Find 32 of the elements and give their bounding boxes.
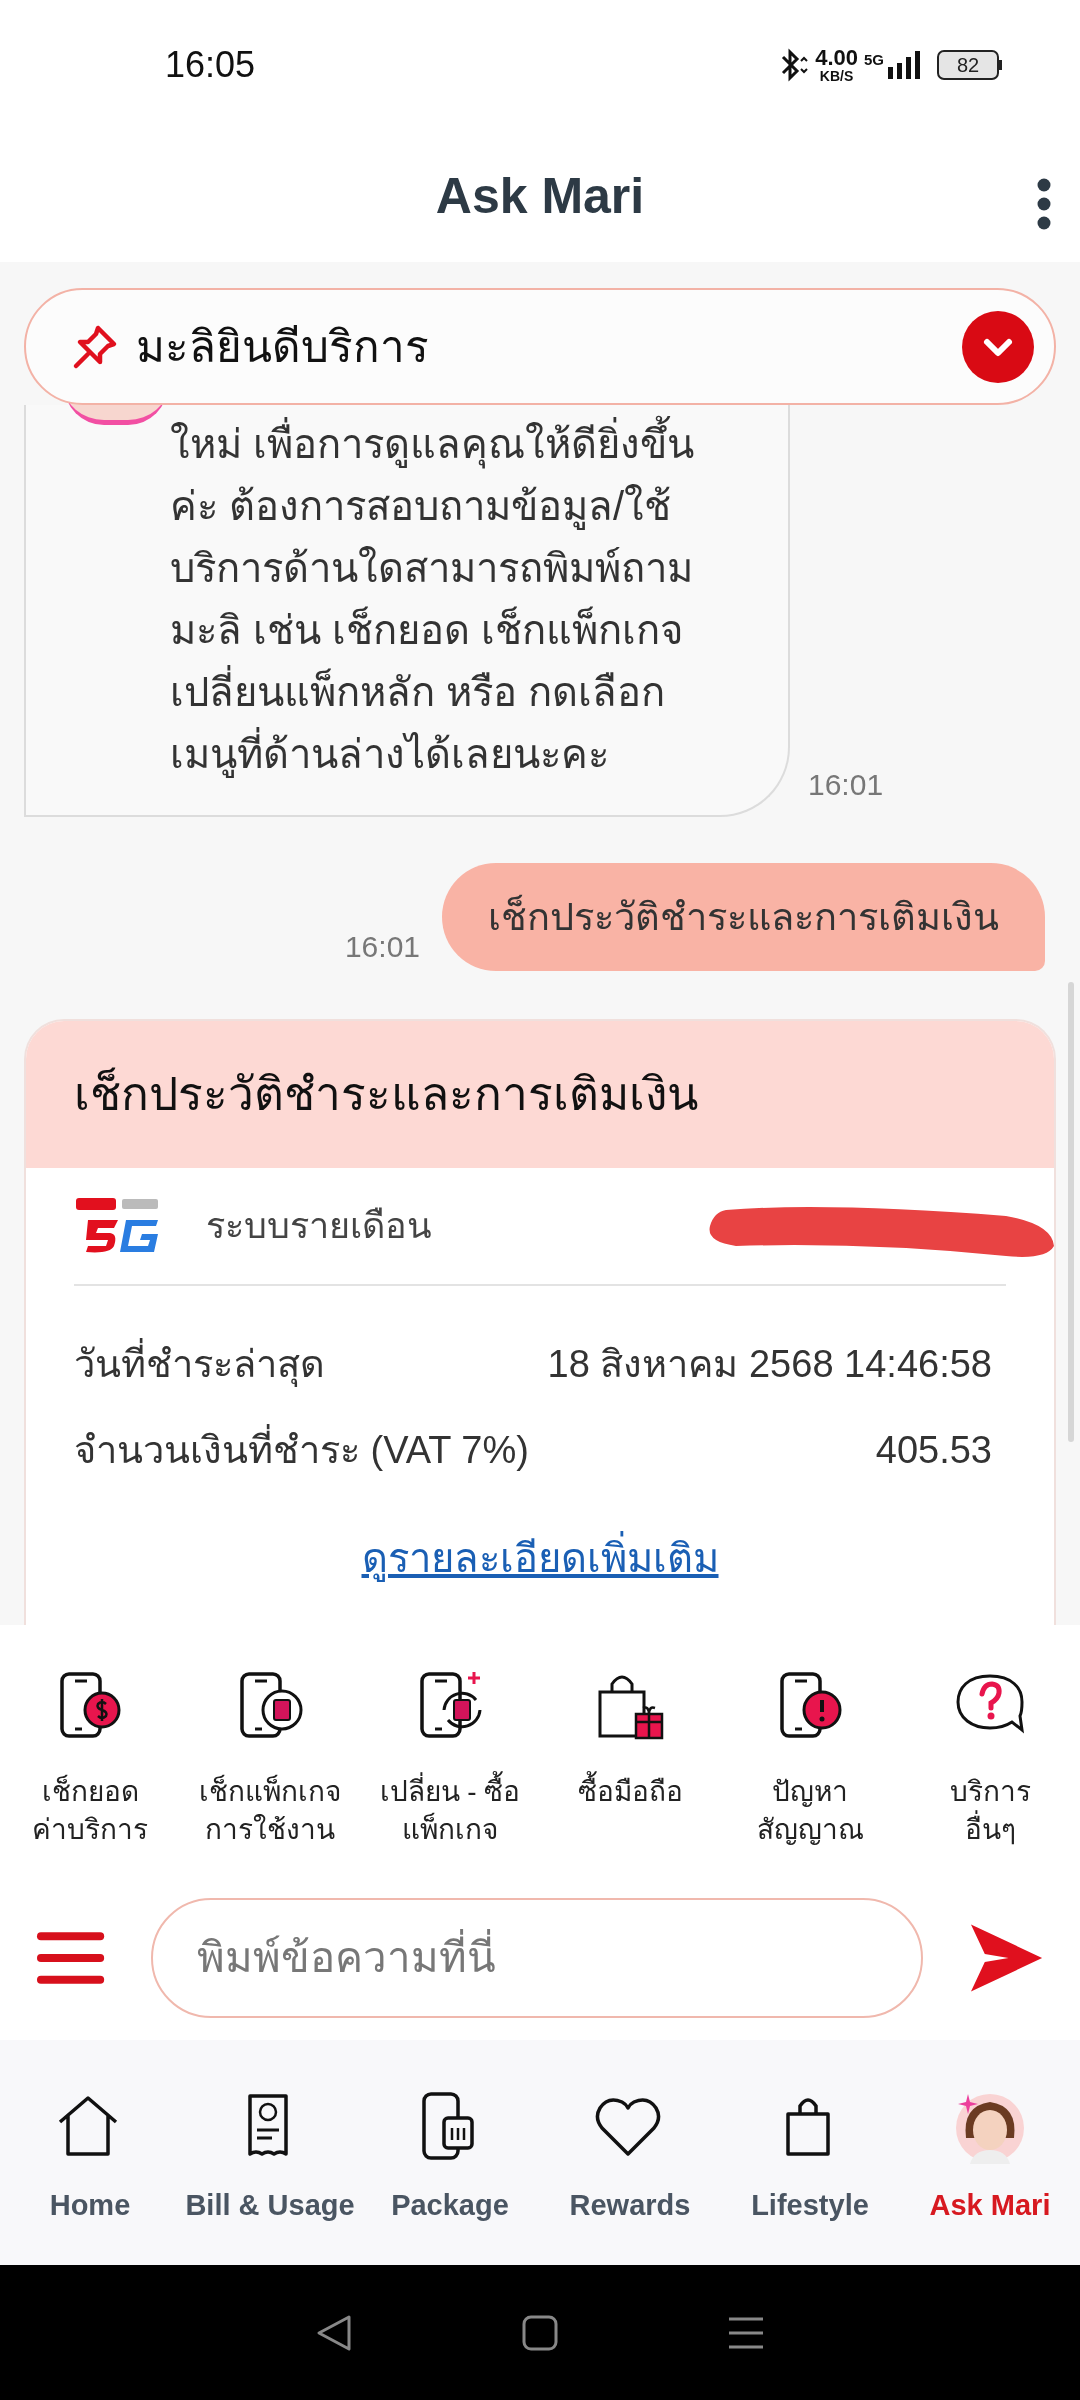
nav-tab[interactable]: Bill & Usage xyxy=(180,2090,360,2265)
nav-tab[interactable]: Ask Mari xyxy=(900,2090,1080,2265)
message-time: 16:01 xyxy=(344,929,420,965)
status-time: 16:05 xyxy=(165,43,256,87)
screen-title: Ask Mari xyxy=(435,166,645,226)
quick-menu-button[interactable]: ปัญหา สัญญาณ xyxy=(720,1663,900,1875)
detail-value: 18 สิงหาคม 2568 14:46:58 xyxy=(547,1341,992,1387)
quick-menu-button[interactable]: ซื้อมือถือ xyxy=(540,1663,720,1875)
nav-tab[interactable]: Home xyxy=(0,2090,180,2265)
detail-value: 405.53 xyxy=(875,1427,992,1473)
quick-menu-button[interactable]: เช็กแพ็กเกจ การใช้งาน xyxy=(180,1663,360,1875)
card-title: เช็กประวัติชำระและการเติมเงิน xyxy=(74,1066,698,1122)
detail-label: วันที่ชำระล่าสุด xyxy=(74,1335,325,1393)
message-text: ใหม่ เพื่อการดูแลคุณให้ดียิ่งขึ้น ค่ะ ต้องการสอบถามข้อมูล/ใช้ บริการด้านใดสามารถพิมพ์ถาม มะลิ เช่น เช็กยอด เช็กแพ็กเกจ เปลี่ยนแพ็กหลัก หรือ กดเลือก เมนูที่ด้านล่างได้เลยนะคะ xyxy=(170,413,758,785)
pinned-bar[interactable]: มะลิยินดีบริการ xyxy=(24,288,1056,405)
pinned-label: มะลิยินดีบริการ xyxy=(136,320,430,373)
nav-tab[interactable]: Rewards xyxy=(540,2090,720,2265)
battery-icon: 82 xyxy=(937,50,1002,80)
network-type: 5G xyxy=(864,50,884,70)
quick-menu-button[interactable]: บริการ อื่นๆ xyxy=(900,1663,1080,1875)
quick-menu-button[interactable]: เปลี่ยน - ซื้อ แพ็กเกจ xyxy=(360,1663,540,1875)
detail-label: จำนวนเงินที่ชำระ (VAT 7%) xyxy=(74,1421,529,1479)
speed-unit: KB/S xyxy=(819,69,854,83)
nav-tab[interactable]: Lifestyle xyxy=(720,2090,900,2265)
quick-menu-button[interactable]: เช็กยอด ค่าบริการ xyxy=(0,1663,180,1875)
message-bubble: เช็กประวัติชำระและการเติมเงิน xyxy=(442,863,1045,971)
message-time: 16:01 xyxy=(808,767,884,803)
plan-name: ระบบรายเดือน xyxy=(206,1204,432,1248)
more-details-link[interactable]: ดูรายละเอียดเพิ่มเติม xyxy=(361,1528,719,1588)
nav-tab[interactable]: Package xyxy=(360,2090,540,2265)
message-input[interactable]: พิมพ์ข้อความที่นี่ xyxy=(151,1897,923,2018)
network-speed: 4.00 xyxy=(815,47,858,69)
